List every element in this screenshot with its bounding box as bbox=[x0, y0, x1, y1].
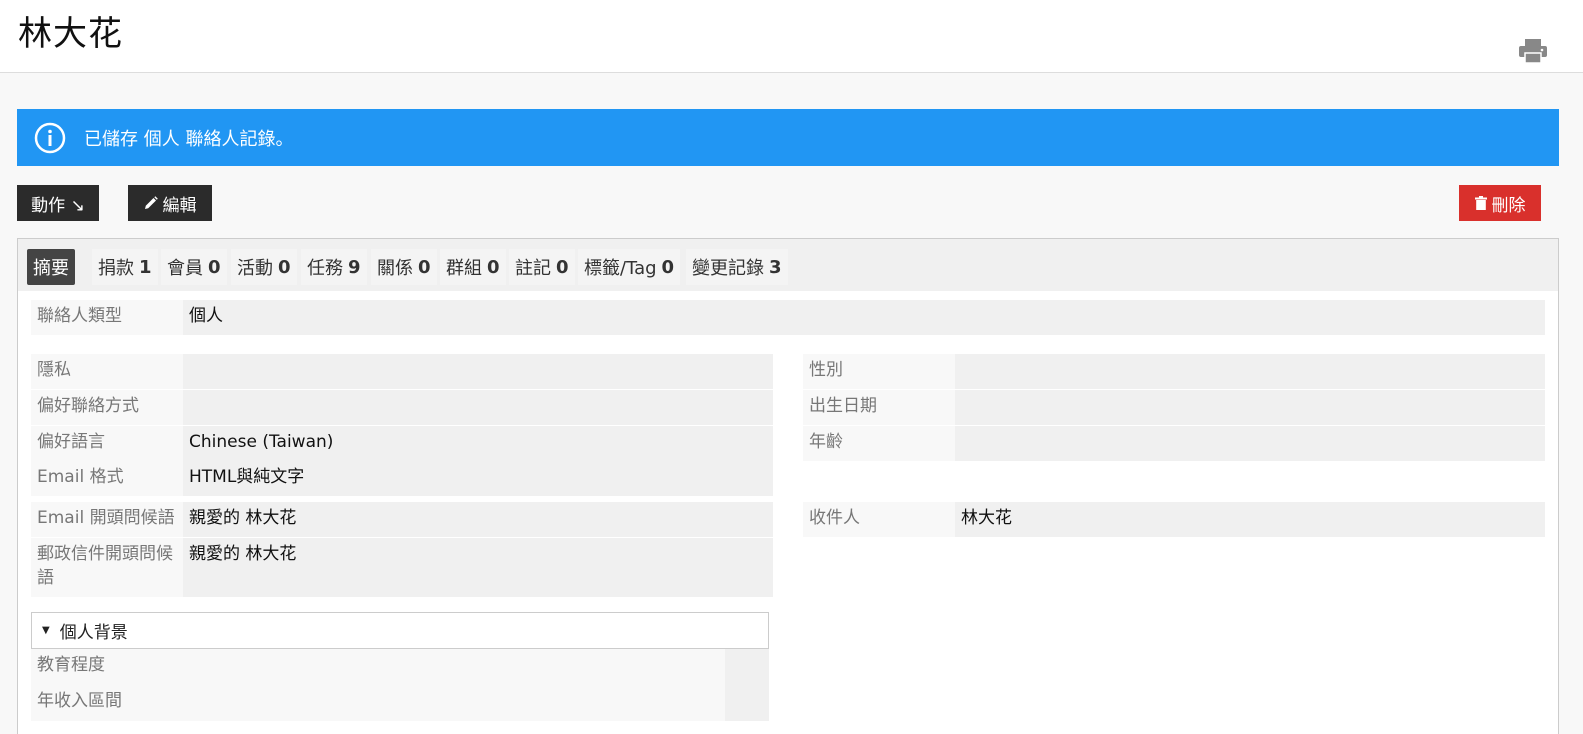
field-value bbox=[725, 685, 769, 721]
print-icon[interactable] bbox=[1518, 38, 1548, 64]
edit-button-label: 編輯 bbox=[162, 195, 197, 216]
field-value: Chinese (Taiwan) bbox=[183, 426, 773, 461]
tab-count: 0 bbox=[487, 256, 500, 278]
tab-tasks[interactable]: 任務 9 bbox=[301, 249, 367, 285]
tab-count: 0 bbox=[418, 256, 431, 278]
contact-type-row: 聯絡人類型 個人 bbox=[31, 300, 1545, 335]
tab-change-log[interactable]: 變更記錄 3 bbox=[686, 249, 788, 285]
status-alert: 已儲存 個人 聯絡人記錄。 bbox=[17, 109, 1559, 166]
field-row-email-greeting: Email 開頭問候語 親愛的 林大花 bbox=[31, 502, 773, 537]
field-label: 隱私 bbox=[31, 354, 183, 389]
tab-summary[interactable]: 摘要 bbox=[27, 249, 75, 285]
tab-label: 活動 bbox=[237, 258, 273, 279]
field-label: 郵政信件開頭問候語 bbox=[31, 538, 183, 597]
field-row-preferred-contact: 偏好聯絡方式 bbox=[31, 390, 773, 425]
tab-activities[interactable]: 活動 0 bbox=[231, 249, 297, 285]
tab-label: 會員 bbox=[167, 258, 203, 279]
tab-contributions[interactable]: 捐款 1 bbox=[92, 249, 158, 285]
tab-label: 摘要 bbox=[33, 258, 69, 279]
tab-notes[interactable]: 註記 0 bbox=[509, 249, 575, 285]
trash-icon bbox=[1474, 196, 1487, 210]
tab-label: 註記 bbox=[515, 258, 551, 279]
tab-count: 9 bbox=[348, 256, 361, 278]
field-row-age: 年齡 bbox=[803, 426, 1545, 461]
field-value: 親愛的 林大花 bbox=[183, 538, 773, 597]
tab-label: 任務 bbox=[307, 258, 343, 279]
tab-groups[interactable]: 群組 0 bbox=[440, 249, 506, 285]
actions-button-label: 動作 ↘ bbox=[31, 195, 85, 216]
field-label: 性別 bbox=[803, 354, 955, 389]
tab-count: 0 bbox=[661, 256, 675, 278]
field-value bbox=[955, 390, 1545, 425]
info-icon bbox=[34, 122, 66, 153]
field-label: 教育程度 bbox=[31, 649, 725, 685]
field-row-privacy: 隱私 bbox=[31, 354, 773, 389]
field-value bbox=[725, 649, 769, 685]
tab-count: 0 bbox=[278, 256, 291, 278]
field-row-postal-greeting: 郵政信件開頭問候語 親愛的 林大花 bbox=[31, 538, 773, 597]
field-label: 收件人 bbox=[803, 502, 955, 537]
field-value bbox=[955, 426, 1545, 461]
field-value: 林大花 bbox=[955, 502, 1545, 537]
field-row-preferred-language: 偏好語言 Chinese (Taiwan) bbox=[31, 426, 773, 461]
field-value: 個人 bbox=[183, 300, 1545, 335]
field-row-email-format: Email 格式 HTML與純文字 bbox=[31, 461, 773, 496]
field-row-addressee: 收件人 林大花 bbox=[803, 502, 1545, 537]
section-title: 個人背景 bbox=[59, 623, 128, 643]
tab-label: 群組 bbox=[446, 258, 482, 279]
field-row-education: 教育程度 bbox=[31, 649, 769, 685]
actions-button[interactable]: 動作 ↘ bbox=[17, 185, 99, 221]
tab-bar: 摘要 捐款 1 會員 0 活動 0 任務 9 關係 0 群組 0 註記 0 標籤/Tag 0 變… bbox=[18, 239, 1558, 291]
field-row-income: 年收入區間 bbox=[31, 685, 769, 721]
field-label: 偏好聯絡方式 bbox=[31, 390, 183, 425]
field-label: 年齡 bbox=[803, 426, 955, 461]
field-value bbox=[183, 390, 773, 425]
pencil-icon bbox=[144, 196, 158, 209]
edit-button[interactable]: 編輯 bbox=[128, 185, 212, 221]
tab-count: 1 bbox=[139, 256, 152, 278]
field-label: Email 開頭問候語 bbox=[31, 502, 183, 537]
tab-memberships[interactable]: 會員 0 bbox=[161, 249, 227, 285]
contact-summary-panel: 摘要 捐款 1 會員 0 活動 0 任務 9 關係 0 群組 0 註記 0 標籤/Tag 0 變… bbox=[17, 238, 1559, 734]
field-label: 聯絡人類型 bbox=[31, 300, 183, 335]
tab-relationships[interactable]: 關係 0 bbox=[371, 249, 437, 285]
page-title: 林大花 bbox=[18, 14, 123, 54]
tab-label: 捐款 bbox=[98, 258, 134, 279]
field-value: HTML與純文字 bbox=[183, 461, 773, 496]
field-value bbox=[955, 354, 1545, 389]
field-row-birth-date: 出生日期 bbox=[803, 390, 1545, 425]
caret-down-icon: ▼ bbox=[42, 625, 50, 636]
delete-button-label: 刪除 bbox=[1491, 195, 1526, 216]
field-label: Email 格式 bbox=[31, 461, 183, 496]
tab-label: 變更記錄 bbox=[692, 258, 764, 279]
field-label: 出生日期 bbox=[803, 390, 955, 425]
tab-tags[interactable]: 標籤/Tag 0 bbox=[578, 249, 681, 285]
tab-label: 標籤/Tag bbox=[584, 258, 657, 279]
field-value: 親愛的 林大花 bbox=[183, 502, 773, 537]
tab-count: 3 bbox=[769, 256, 782, 278]
field-value bbox=[183, 354, 773, 389]
alert-message: 已儲存 個人 聯絡人記錄。 bbox=[84, 128, 294, 150]
tab-count: 0 bbox=[556, 256, 569, 278]
field-row-gender: 性別 bbox=[803, 354, 1545, 389]
tab-count: 0 bbox=[208, 256, 221, 278]
field-label: 偏好語言 bbox=[31, 426, 183, 461]
tab-label: 關係 bbox=[377, 258, 413, 279]
page-header: 林大花 bbox=[0, 0, 1583, 73]
delete-button[interactable]: 刪除 bbox=[1459, 185, 1541, 221]
personal-background-toggle[interactable]: ▼ 個人背景 bbox=[31, 612, 769, 649]
field-label: 年收入區間 bbox=[31, 685, 725, 721]
